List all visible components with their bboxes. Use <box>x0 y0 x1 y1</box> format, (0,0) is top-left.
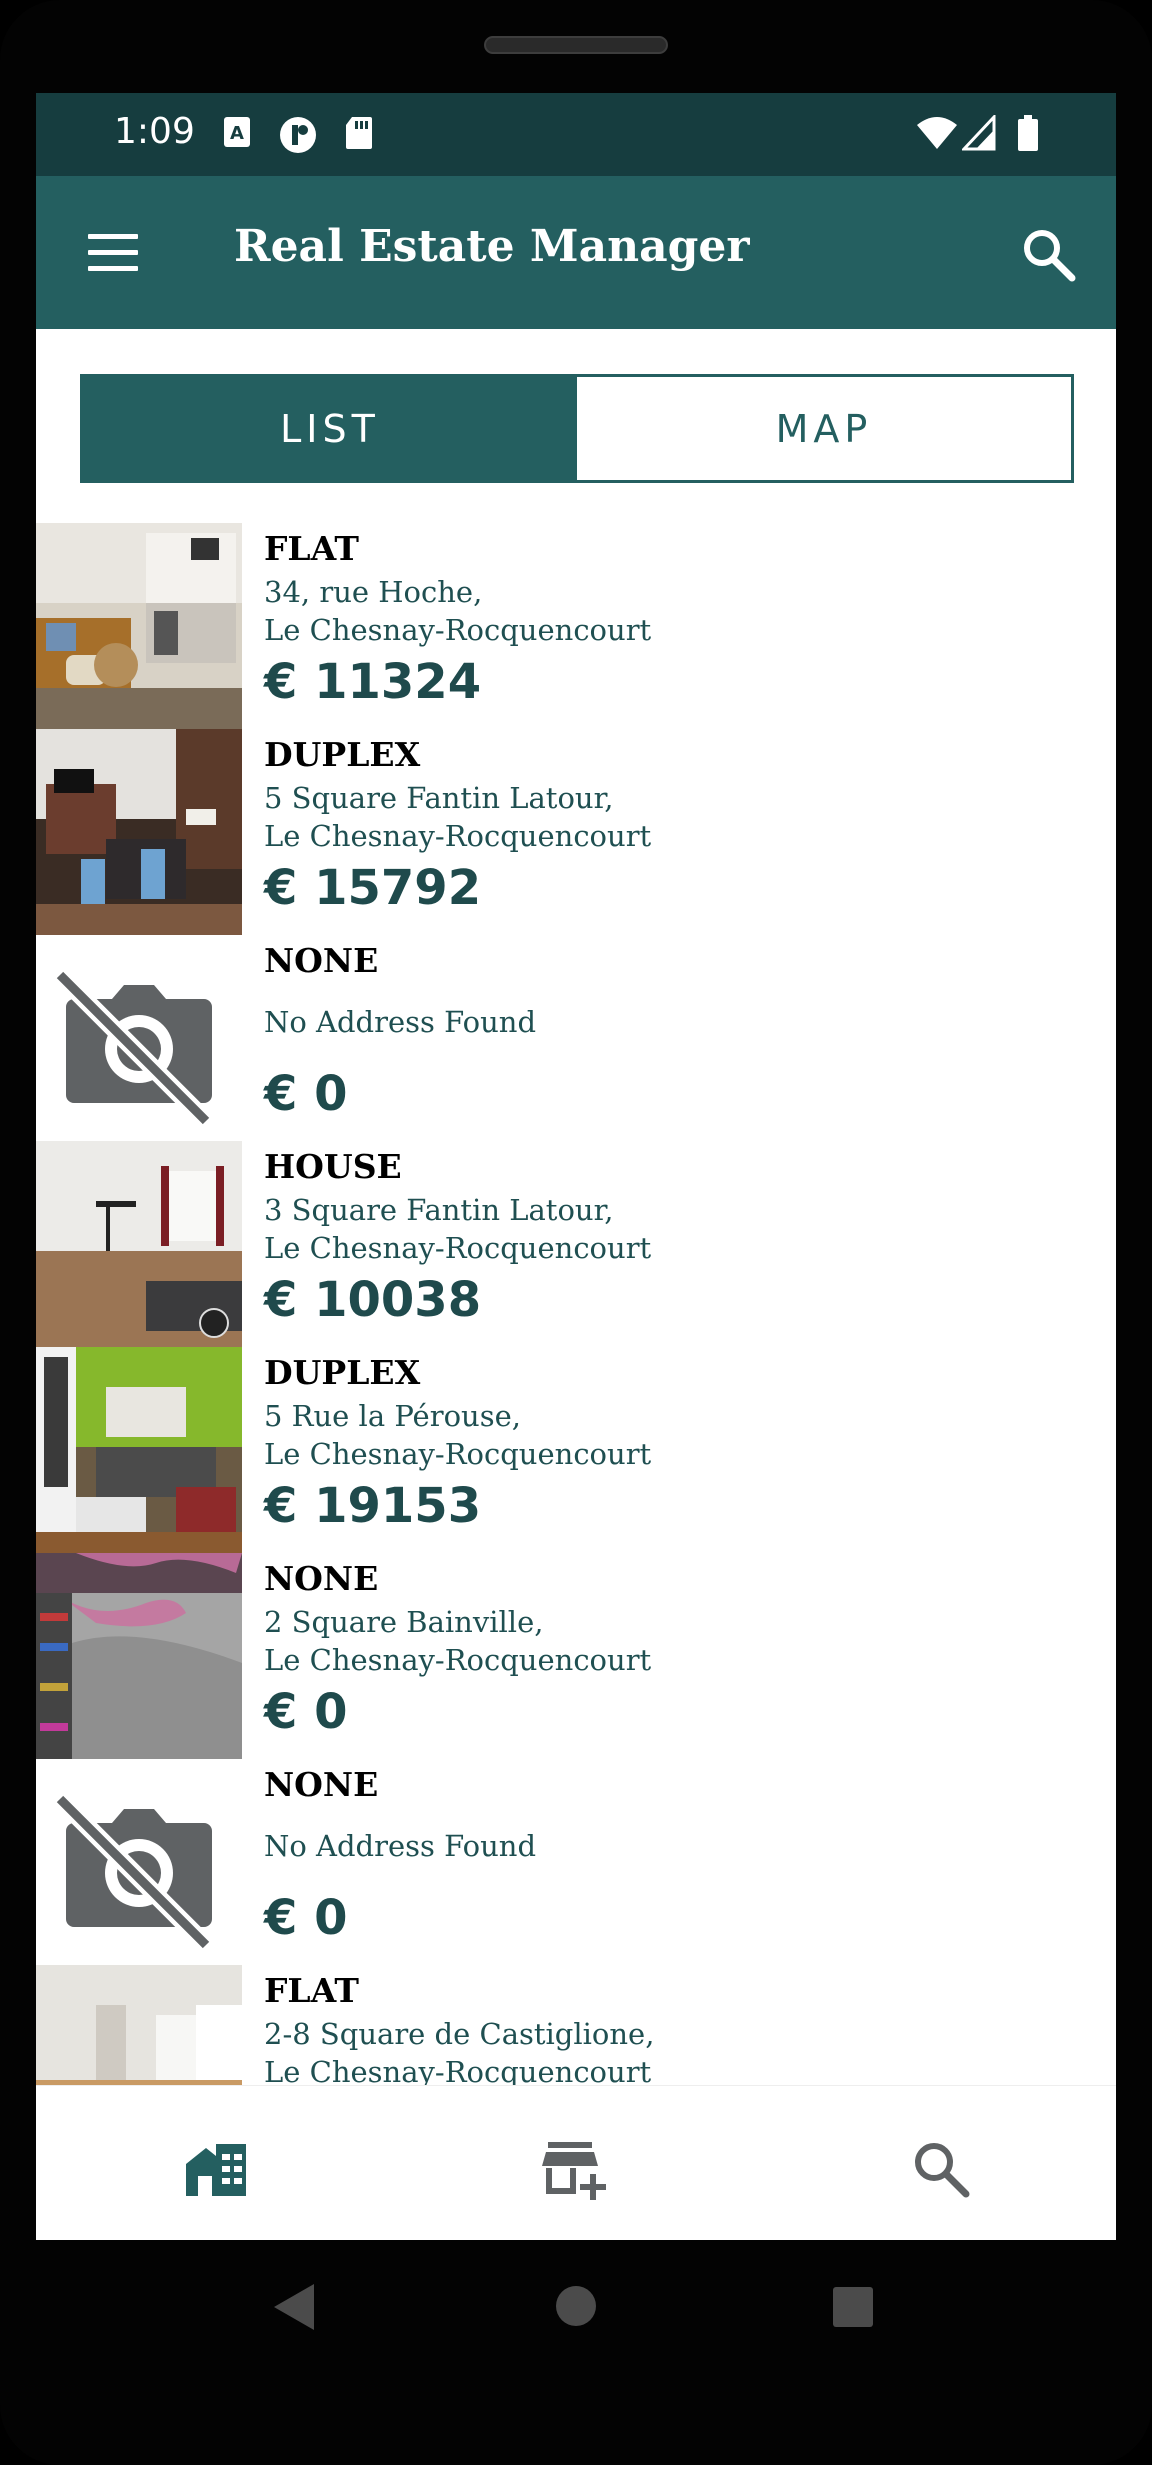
address-line-1: 2 Square Bainville, <box>264 1605 544 1639</box>
property-price: € 15792 <box>264 860 482 916</box>
property-type: DUPLEX <box>264 1353 421 1392</box>
property-price: € 0 <box>264 1890 348 1946</box>
address-line-2: Le Chesnay-Rocquencourt <box>264 1643 652 1677</box>
back-icon[interactable] <box>272 2282 316 2332</box>
address-line-1: 2-8 Square de Castiglione, <box>264 2017 655 2051</box>
property-type: DUPLEX <box>264 735 421 774</box>
no-photo-icon <box>36 935 242 1141</box>
keyboard-notification-icon: A <box>224 117 250 147</box>
recents-icon[interactable] <box>832 2286 874 2328</box>
app-bar: Real Estate Manager <box>36 176 1116 329</box>
address-line-2: Le Chesnay-Rocquencourt <box>264 613 652 647</box>
add-property-icon[interactable] <box>540 2134 610 2204</box>
property-list: FLAT 34, rue Hoche, Le Chesnay-Rocquenco… <box>36 523 1116 2085</box>
search-nav-icon[interactable] <box>906 2134 976 2204</box>
search-icon[interactable] <box>1018 224 1078 284</box>
address-line-1: 3 Square Fantin Latour, <box>264 1193 614 1227</box>
home-icon[interactable] <box>554 2284 598 2328</box>
property-price: € 0 <box>264 1684 348 1740</box>
property-price: € 19153 <box>264 1478 482 1534</box>
property-photo <box>36 1965 242 2085</box>
list-item[interactable]: NONE 2 Square Bainville, Le Chesnay-Rocq… <box>36 1553 1116 1759</box>
list-item[interactable]: FLAT 2-8 Square de Castiglione, Le Chesn… <box>36 1965 1116 2085</box>
speaker-grille <box>484 36 668 54</box>
svg-text:A: A <box>230 123 244 144</box>
property-price: € 10038 <box>264 1272 482 1328</box>
address-line-1: No Address Found <box>264 1005 537 1039</box>
signal-icon <box>962 115 996 151</box>
no-photo-icon <box>36 1759 242 1965</box>
battery-icon <box>1018 115 1038 151</box>
property-photo <box>36 1553 242 1759</box>
property-type: FLAT <box>264 529 359 568</box>
menu-icon[interactable] <box>86 224 142 280</box>
tab-map[interactable]: MAP <box>577 377 1071 480</box>
app-notification-icon <box>280 117 316 153</box>
address-line-2: Le Chesnay-Rocquencourt <box>264 819 652 853</box>
list-item[interactable]: NONE No Address Found € 0 <box>36 1759 1116 1965</box>
address-line-1: 5 Rue la Pérouse, <box>264 1399 521 1433</box>
property-photo <box>36 1347 242 1553</box>
property-photo <box>36 729 242 935</box>
property-price: € 0 <box>264 1066 348 1122</box>
address-line-1: 5 Square Fantin Latour, <box>264 781 614 815</box>
app-screen: 1:09 A Real Estate Manager LIST MAP FLAT… <box>36 93 1116 2240</box>
list-item[interactable]: DUPLEX 5 Rue la Pérouse, Le Chesnay-Rocq… <box>36 1347 1116 1553</box>
status-bar: 1:09 A <box>36 93 1116 176</box>
list-item[interactable]: DUPLEX 5 Square Fantin Latour, Le Chesna… <box>36 729 1116 935</box>
list-item[interactable]: NONE No Address Found € 0 <box>36 935 1116 1141</box>
property-type: HOUSE <box>264 1147 402 1186</box>
address-line-2: Le Chesnay-Rocquencourt <box>264 1231 652 1265</box>
property-price: € 11324 <box>264 654 482 710</box>
app-title: Real Estate Manager <box>234 221 750 272</box>
list-item[interactable]: HOUSE 3 Square Fantin Latour, Le Chesnay… <box>36 1141 1116 1347</box>
address-line-2: Le Chesnay-Rocquencourt <box>264 2055 652 2085</box>
property-photo <box>36 1141 242 1347</box>
wifi-icon <box>917 117 957 149</box>
property-type: NONE <box>264 941 379 980</box>
bottom-navigation <box>36 2085 1116 2240</box>
property-type: NONE <box>264 1765 379 1804</box>
address-line-2: Le Chesnay-Rocquencourt <box>264 1437 652 1471</box>
property-type: FLAT <box>264 1971 359 2010</box>
property-photo <box>36 523 242 729</box>
device-frame: 1:09 A Real Estate Manager LIST MAP FLAT… <box>0 0 1152 2465</box>
sd-card-icon <box>346 117 372 149</box>
address-line-1: No Address Found <box>264 1829 537 1863</box>
view-toggle: LIST MAP <box>80 374 1074 483</box>
list-item[interactable]: FLAT 34, rue Hoche, Le Chesnay-Rocquenco… <box>36 523 1116 729</box>
home-list-icon[interactable] <box>182 2134 252 2204</box>
tab-list[interactable]: LIST <box>83 377 577 480</box>
address-line-1: 34, rue Hoche, <box>264 575 483 609</box>
property-type: NONE <box>264 1559 379 1598</box>
status-time: 1:09 <box>114 111 195 152</box>
